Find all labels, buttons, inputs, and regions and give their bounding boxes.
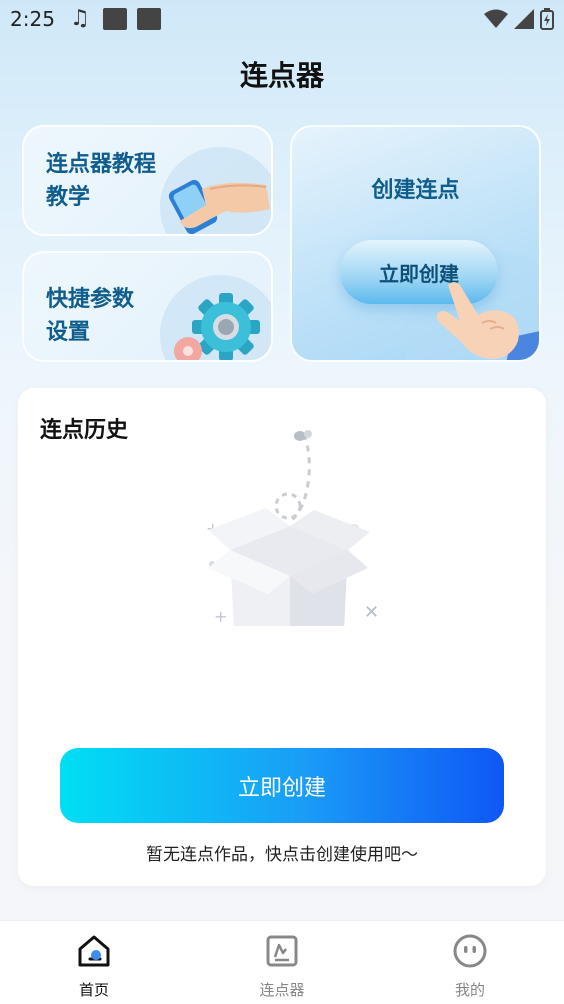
history-title: 连点历史: [40, 418, 129, 443]
status-time: 2:25: [10, 7, 55, 31]
settings-card[interactable]: 快捷参数 设置: [22, 251, 273, 362]
pointing-hand-icon: [436, 282, 539, 360]
wifi-icon: [484, 9, 508, 28]
bottom-nav: 首页 连点器 我的: [0, 920, 564, 1004]
nav-label-clicker: 连点器: [259, 981, 305, 999]
profile-icon: [453, 934, 487, 968]
nav-item-home[interactable]: 首页: [34, 933, 154, 1003]
clicker-icon: [266, 935, 298, 967]
tutorial-card-label: 连点器教程 教学: [46, 148, 156, 214]
phone-hand-icon: [168, 179, 270, 234]
nav-item-profile[interactable]: 我的: [410, 933, 530, 1003]
settings-label-line2: 设置: [46, 320, 91, 345]
tutorial-card[interactable]: 连点器教程 教学: [22, 125, 273, 236]
nav-label-home: 首页: [78, 981, 109, 999]
svg-text:✕: ✕: [364, 602, 379, 623]
page-title: 连点器: [239, 59, 324, 92]
settings-label-line1: 快捷参数: [46, 287, 135, 312]
notification-icon: [137, 8, 161, 30]
nav-label-profile: 我的: [454, 981, 485, 999]
home-icon: [78, 935, 110, 967]
battery-icon: [540, 8, 554, 30]
svg-text:+: +: [214, 607, 227, 626]
signal-icon: [514, 9, 534, 29]
tutorial-label-line2: 教学: [46, 185, 91, 210]
empty-hint-text: 暂无连点作品，快点击创建使用吧～: [146, 845, 418, 865]
empty-box-icon: + + ✕: [206, 430, 379, 626]
create-now-button[interactable]: 立即创建: [60, 748, 504, 823]
status-bar: 2:25 ♫: [0, 0, 564, 38]
settings-card-label: 快捷参数 设置: [46, 283, 134, 349]
create-clicker-card[interactable]: 创建连点 立即创建: [290, 125, 541, 362]
nav-item-clicker[interactable]: 连点器: [222, 933, 342, 1003]
history-panel: 连点历史 + + ✕ 立即创建 暂无连点作品，快点击创建使用吧～: [18, 388, 546, 886]
create-card-title: 创建连点: [371, 178, 460, 203]
gear-icon: [174, 293, 260, 360]
music-note-icon: ♫: [70, 6, 90, 31]
status-icons: [484, 7, 554, 31]
tutorial-label-line1: 连点器教程: [46, 152, 157, 177]
notification-icon: [103, 8, 127, 30]
